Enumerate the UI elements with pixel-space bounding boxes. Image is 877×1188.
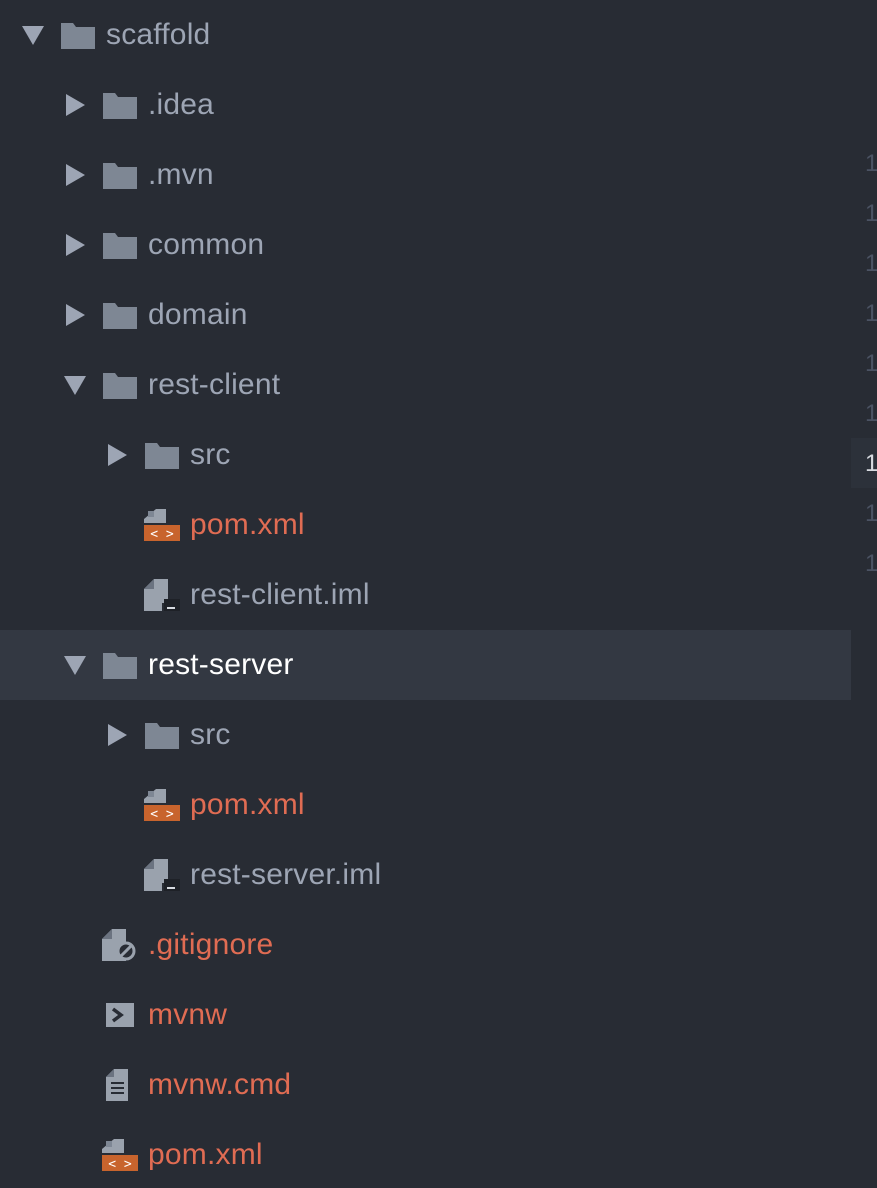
svg-text:< >: < > <box>150 807 174 821</box>
gutter-line-number: 1 <box>865 350 877 377</box>
chevron-down-icon[interactable] <box>22 24 44 46</box>
tree-folder-row[interactable]: common <box>0 210 851 280</box>
gitignore-file-icon <box>102 929 138 961</box>
terminal-file-icon <box>102 999 138 1031</box>
gutter-line-number: 1 <box>865 200 877 227</box>
folder-icon <box>144 439 180 471</box>
tree-folder-row[interactable]: .idea <box>0 70 851 140</box>
chevron-right-icon[interactable] <box>64 234 86 256</box>
chevron-right-icon[interactable] <box>64 164 86 186</box>
tree-item-label: rest-client <box>148 368 281 401</box>
tree-folder-row[interactable]: .mvn <box>0 140 851 210</box>
tree-file-row[interactable]: rest-server.iml <box>0 840 851 910</box>
iml-file-icon <box>144 859 180 891</box>
gutter-line-number: 1 <box>865 550 877 577</box>
tree-folder-row[interactable]: src <box>0 420 851 490</box>
chevron-right-icon[interactable] <box>106 724 128 746</box>
tree-folder-row[interactable]: src <box>0 700 851 770</box>
tree-item-label: rest-client.iml <box>190 578 370 611</box>
folder-icon <box>102 299 138 331</box>
tree-folder-row[interactable]: rest-client <box>0 350 851 420</box>
gutter-line-number: 1 <box>865 450 877 477</box>
tree-file-row[interactable]: < > pom.xml <box>0 490 851 560</box>
tree-item-label: common <box>148 228 265 261</box>
folder-icon <box>102 369 138 401</box>
gutter-line-number: 1 <box>865 500 877 527</box>
editor-gutter: 1 1 1 1 1 1 1 1 1 <box>851 0 877 1188</box>
gutter-line-number: 1 <box>865 250 877 277</box>
tree-item-label: src <box>190 718 231 751</box>
tree-item-label: mvnw <box>148 998 228 1031</box>
folder-icon <box>102 159 138 191</box>
tree-item-label: .gitignore <box>148 928 274 961</box>
folder-icon <box>144 719 180 751</box>
tree-folder-row[interactable]: scaffold <box>0 0 851 70</box>
tree-item-label: mvnw.cmd <box>148 1068 292 1101</box>
folder-icon <box>102 89 138 121</box>
project-tree: scaffold .idea .mvn common domain rest-client… <box>0 0 851 1188</box>
folder-icon <box>102 649 138 681</box>
tree-item-label: rest-server.iml <box>190 858 382 891</box>
tree-item-label: pom.xml <box>148 1138 263 1171</box>
svg-text:< >: < > <box>150 527 174 541</box>
svg-text:< >: < > <box>108 1157 132 1171</box>
tree-file-row[interactable]: < > pom.xml <box>0 1120 851 1188</box>
tree-item-label: domain <box>148 298 248 331</box>
tree-folder-row[interactable]: rest-server <box>0 630 851 700</box>
tree-item-label: rest-server <box>148 648 294 681</box>
xml-file-icon: < > <box>102 1139 138 1171</box>
tree-file-row[interactable]: mvnw.cmd <box>0 1050 851 1120</box>
tree-file-row[interactable]: rest-client.iml <box>0 560 851 630</box>
folder-icon <box>60 19 96 51</box>
gutter-line-number: 1 <box>865 150 877 177</box>
tree-item-label: src <box>190 438 231 471</box>
tree-item-label: pom.xml <box>190 508 305 541</box>
tree-file-row[interactable]: mvnw <box>0 980 851 1050</box>
text-file-icon <box>102 1069 138 1101</box>
gutter-line-number: 1 <box>865 400 877 427</box>
chevron-right-icon[interactable] <box>64 94 86 116</box>
tree-file-row[interactable]: .gitignore <box>0 910 851 980</box>
chevron-right-icon[interactable] <box>64 304 86 326</box>
tree-file-row[interactable]: < > pom.xml <box>0 770 851 840</box>
file-tree-panel: { "colors": { "background": "#282c34", "… <box>0 0 877 1188</box>
chevron-right-icon[interactable] <box>106 444 128 466</box>
xml-file-icon: < > <box>144 789 180 821</box>
folder-icon <box>102 229 138 261</box>
xml-file-icon: < > <box>144 509 180 541</box>
chevron-down-icon[interactable] <box>64 374 86 396</box>
tree-item-label: .mvn <box>148 158 214 191</box>
iml-file-icon <box>144 579 180 611</box>
tree-item-label: .idea <box>148 88 215 121</box>
gutter-line-number: 1 <box>865 300 877 327</box>
tree-item-label: pom.xml <box>190 788 305 821</box>
tree-item-label: scaffold <box>106 18 211 51</box>
chevron-down-icon[interactable] <box>64 654 86 676</box>
tree-folder-row[interactable]: domain <box>0 280 851 350</box>
